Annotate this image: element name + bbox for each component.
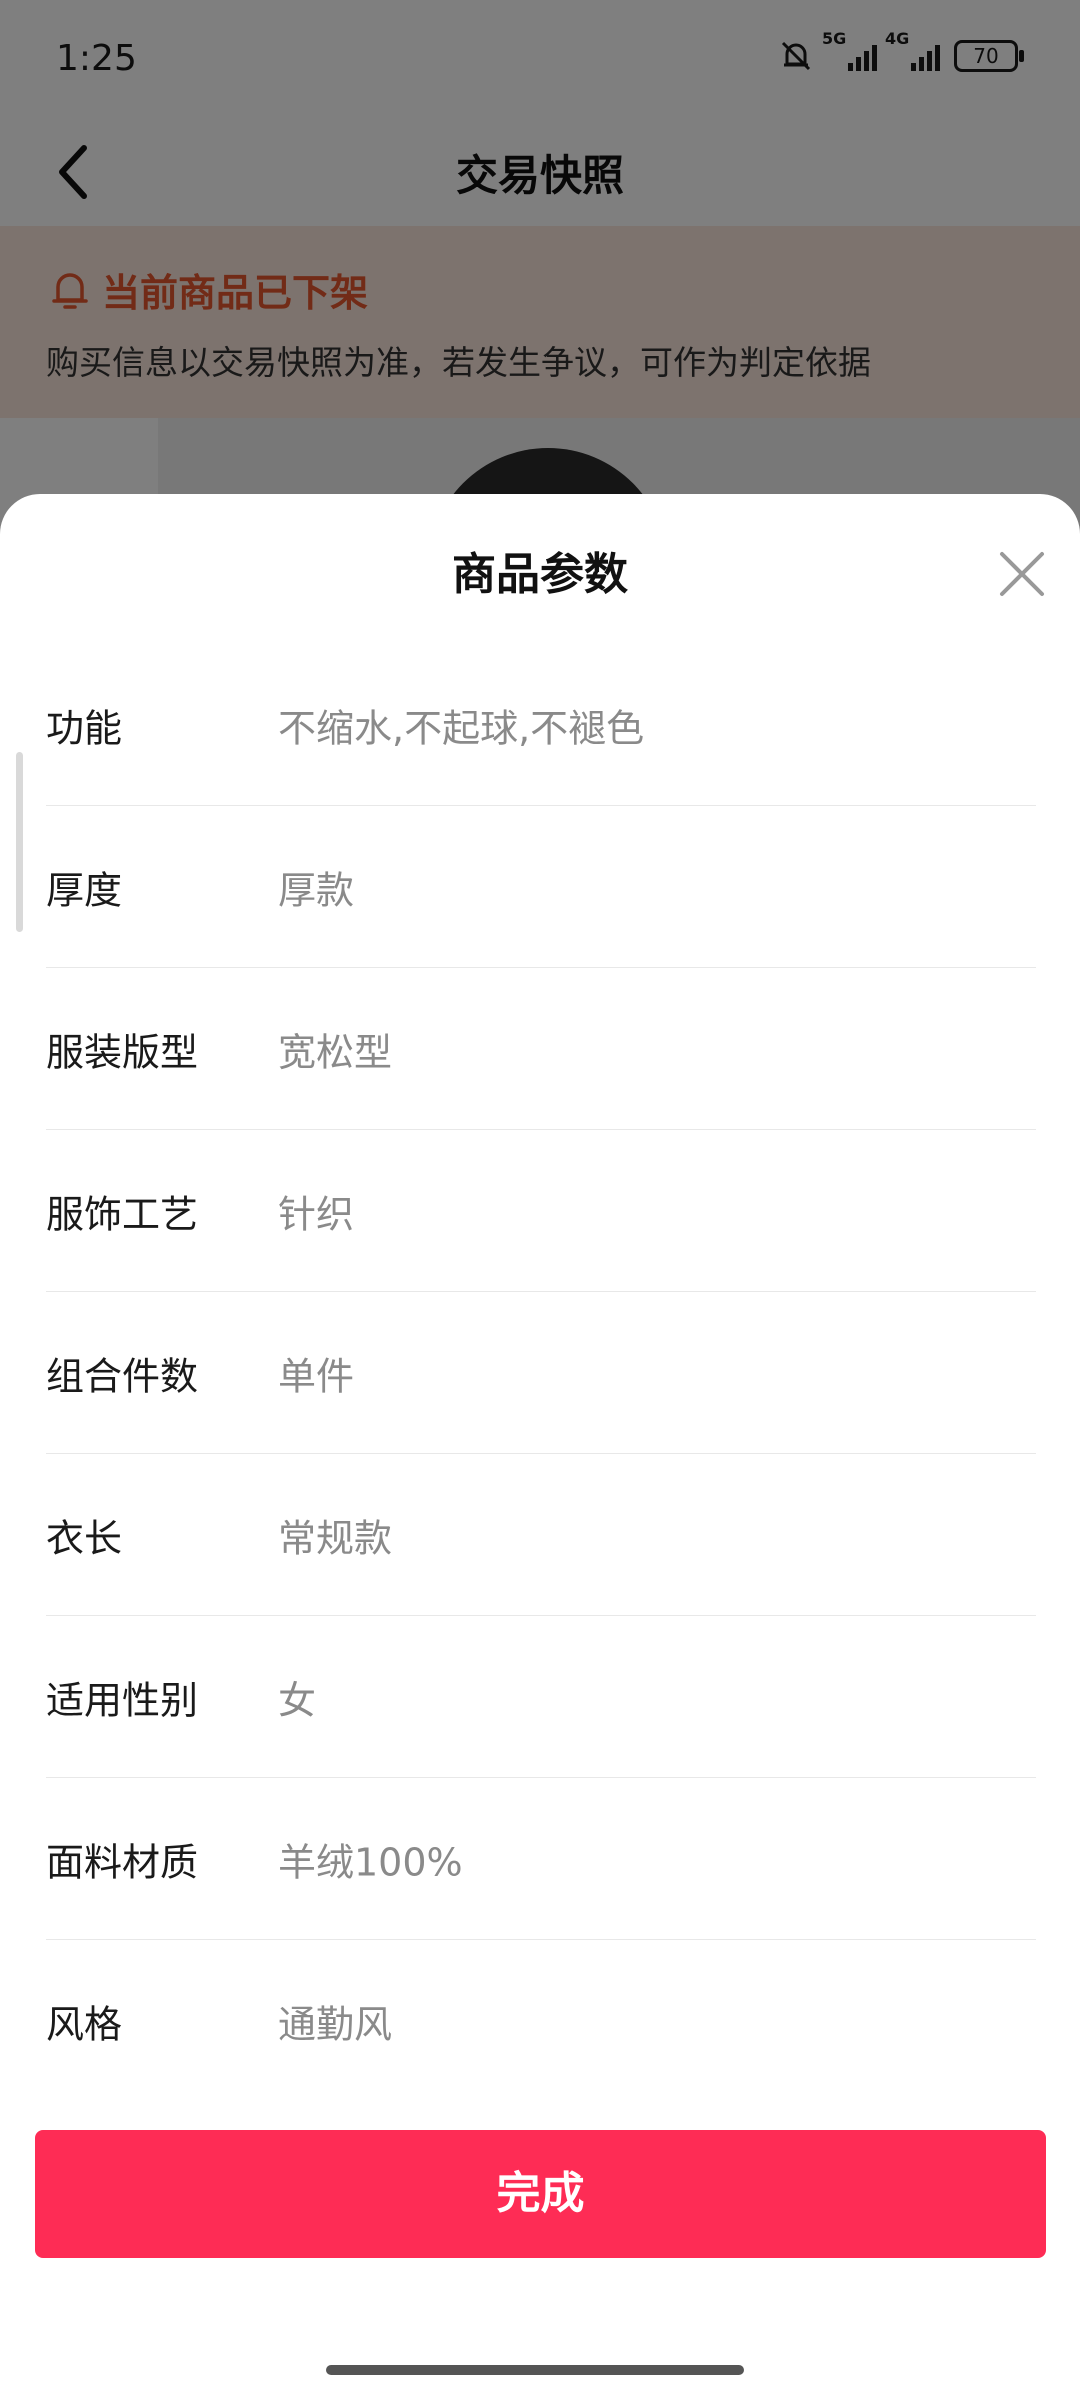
param-key: 厚度: [46, 868, 123, 912]
param-key: 风格: [46, 2002, 123, 2046]
param-row: 服饰工艺 针织: [46, 1130, 1036, 1292]
home-indicator[interactable]: [326, 2365, 744, 2375]
product-params-sheet: 商品参数 功能 不缩水,不起球,不褪色 厚度 厚款 服装版型 宽松型 服饰工艺 …: [0, 494, 1080, 2400]
param-value: 女: [278, 1678, 317, 1722]
param-value: 通勤风: [278, 2002, 393, 2046]
param-key: 服装版型: [46, 1030, 199, 1074]
param-row: 组合件数 单件: [46, 1292, 1036, 1454]
param-row: 厚度 厚款: [46, 806, 1036, 968]
param-key: 面料材质: [46, 1840, 199, 1884]
param-key: 适用性别: [46, 1678, 199, 1722]
close-icon[interactable]: [994, 546, 1050, 602]
param-value: 单件: [278, 1354, 355, 1398]
param-value: 羊绒100%: [278, 1840, 463, 1884]
param-key: 功能: [46, 706, 123, 750]
param-row: 面料材质 羊绒100%: [46, 1778, 1036, 1940]
param-key: 服饰工艺: [46, 1192, 199, 1236]
param-key: 衣长: [46, 1516, 123, 1560]
sheet-title: 商品参数: [452, 549, 628, 600]
param-value: 不缩水,不起球,不褪色: [278, 706, 645, 750]
scrollbar[interactable]: [16, 752, 23, 932]
param-value: 厚款: [278, 868, 355, 912]
param-value: 针织: [278, 1192, 355, 1236]
param-row: 衣长 常规款: [46, 1454, 1036, 1616]
param-row: 风格 通勤风: [46, 1940, 1036, 2101]
param-key: 组合件数: [46, 1354, 199, 1398]
param-value: 常规款: [278, 1516, 393, 1560]
params-list: 功能 不缩水,不起球,不褪色 厚度 厚款 服装版型 宽松型 服饰工艺 针织 组合…: [46, 644, 1036, 2101]
done-button[interactable]: 完成: [35, 2130, 1046, 2258]
param-row: 功能 不缩水,不起球,不褪色: [46, 644, 1036, 806]
param-row: 服装版型 宽松型: [46, 968, 1036, 1130]
param-value: 宽松型: [278, 1030, 393, 1074]
param-row: 适用性别 女: [46, 1616, 1036, 1778]
